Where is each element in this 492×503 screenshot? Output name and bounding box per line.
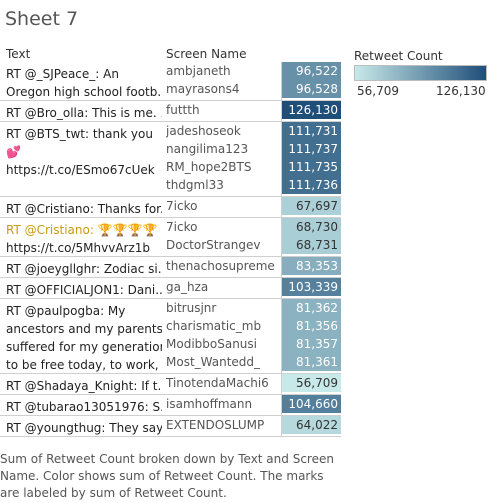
screen-name-column-header[interactable]: Screen Name (166, 47, 246, 61)
retweet-count-cell[interactable]: 111,737 (282, 140, 341, 158)
screen-name: 7icko (166, 220, 198, 234)
screen-name: bitrusjnr (166, 301, 217, 315)
retweet-count-cell[interactable]: 111,735 (282, 158, 341, 176)
table-row[interactable]: RM_hope2BTS 111,735 (0, 158, 341, 176)
screen-name: 7icko (166, 199, 198, 213)
screen-name: RM_hope2BTS (166, 160, 252, 174)
legend-max-label: 126,130 (436, 84, 486, 98)
color-legend-bar[interactable] (354, 65, 487, 81)
retweet-count-cell[interactable]: 96,522 (282, 62, 341, 80)
screen-name: futtth (166, 103, 200, 117)
screen-name: thdgml33 (166, 178, 224, 192)
text-group: RT @Bro_olla: This is me. .. futtth 126,13… (0, 101, 341, 122)
table-row[interactable]: thenachosupreme 83,353 (0, 257, 341, 275)
legend-min-label: 56,709 (357, 84, 399, 98)
text-group: RT @Shadaya_Knight: If t.. TinotendaMachi… (0, 374, 341, 395)
screen-name: DoctorStrangev (166, 238, 261, 252)
retweet-count-cell[interactable]: 96,528 (282, 80, 341, 98)
table-row[interactable]: ModibboSanusi 81,357 (0, 335, 341, 353)
retweet-count-cell[interactable]: 111,736 (282, 176, 341, 194)
text-group: RT @paulpogba: My ancestors and my parent… (0, 299, 341, 374)
screen-name: ga_hza (166, 280, 209, 294)
text-group: RT @OFFICIALJON1: Dani.. ga_hza 103,339 (0, 278, 341, 299)
screen-name: TinotendaMachi6 (166, 376, 269, 390)
retweet-count-cell[interactable]: 111,731 (282, 122, 341, 140)
table-row[interactable]: isamhoffmann 104,660 (0, 395, 341, 413)
retweet-count-cell[interactable]: 81,356 (282, 317, 341, 335)
table-row[interactable]: charismatic_mb 81,356 (0, 317, 341, 335)
text-group: RT @Cristiano: 🏆🏆🏆🏆 https://t.co/5MhvvArz… (0, 218, 341, 257)
text-group: RT @Cristiano: Thanks for.. 7icko 67,697 (0, 197, 341, 218)
screen-name: ModibboSanusi (166, 337, 257, 351)
retweet-count-cell[interactable]: 126,130 (282, 101, 341, 119)
screen-name: mayrasons4 (166, 82, 240, 96)
table-row[interactable]: futtth 126,130 (0, 101, 341, 119)
table-row[interactable]: 7icko 67,697 (0, 197, 341, 215)
table-row[interactable]: thdgml33 111,736 (0, 176, 341, 194)
table-row[interactable]: EXTENDOSLUMP 64,022 (0, 416, 341, 434)
retweet-count-cell[interactable]: 103,339 (282, 278, 341, 296)
retweet-count-cell[interactable]: 81,357 (282, 335, 341, 353)
screen-name: thenachosupreme (166, 259, 275, 273)
retweet-count-cell[interactable]: 68,731 (282, 236, 341, 254)
retweet-count-cell[interactable]: 64,022 (282, 416, 341, 434)
text-group: RT @_SJPeace_: An Oregon high school foot… (0, 62, 341, 101)
sheet-title: Sheet 7 (5, 8, 79, 30)
screen-name: nangilima123 (166, 142, 249, 156)
screen-name: isamhoffmann (166, 397, 253, 411)
retweet-count-cell[interactable]: 104,660 (282, 395, 341, 413)
table-row[interactable]: nangilima123 111,737 (0, 140, 341, 158)
retweet-count-cell[interactable]: 56,709 (282, 374, 341, 392)
table-row[interactable]: 7icko 68,730 (0, 218, 341, 236)
screen-name: jadeshoseok (166, 124, 241, 138)
screen-name: charismatic_mb (166, 319, 262, 333)
text-table: RT @_SJPeace_: An Oregon high school foot… (0, 62, 341, 437)
table-row[interactable]: mayrasons4 96,528 (0, 80, 341, 98)
sheet-caption: Sum of Retweet Count broken down by Text… (0, 452, 334, 500)
table-row[interactable]: jadeshoseok 111,731 (0, 122, 341, 140)
retweet-count-cell[interactable]: 81,362 (282, 299, 341, 317)
retweet-count-cell[interactable]: 81,361 (282, 353, 341, 371)
text-group: RT @tubarao13051976: S.. isamhoffmann 104,… (0, 395, 341, 416)
text-column-header[interactable]: Text (6, 47, 30, 61)
text-group: RT @BTS_twt: thank you 💕 https://t.co/ESmo… (0, 122, 341, 197)
retweet-count-cell[interactable]: 68,730 (282, 218, 341, 236)
screen-name: ambjaneth (166, 64, 231, 78)
table-row[interactable]: ga_hza 103,339 (0, 278, 341, 296)
screen-name: EXTENDOSLUMP (166, 418, 265, 432)
table-row[interactable]: bitrusjnr 81,362 (0, 299, 341, 317)
text-group: RT @joeygllghr: Zodiac si.. thenachosupre… (0, 257, 341, 278)
retweet-count-cell[interactable]: 67,697 (282, 197, 341, 215)
screen-name: Most_Wantedd_ (166, 355, 261, 369)
legend-title: Retweet Count (354, 49, 443, 63)
text-group: RT @youngthug: They say.. EXTENDOSLUMP 64,… (0, 416, 341, 437)
retweet-count-cell[interactable]: 83,353 (282, 257, 341, 275)
table-row[interactable]: TinotendaMachi6 56,709 (0, 374, 341, 392)
table-row[interactable]: ambjaneth 96,522 (0, 62, 341, 80)
table-row[interactable]: DoctorStrangev 68,731 (0, 236, 341, 254)
table-row[interactable]: Most_Wantedd_ 81,361 (0, 353, 341, 371)
